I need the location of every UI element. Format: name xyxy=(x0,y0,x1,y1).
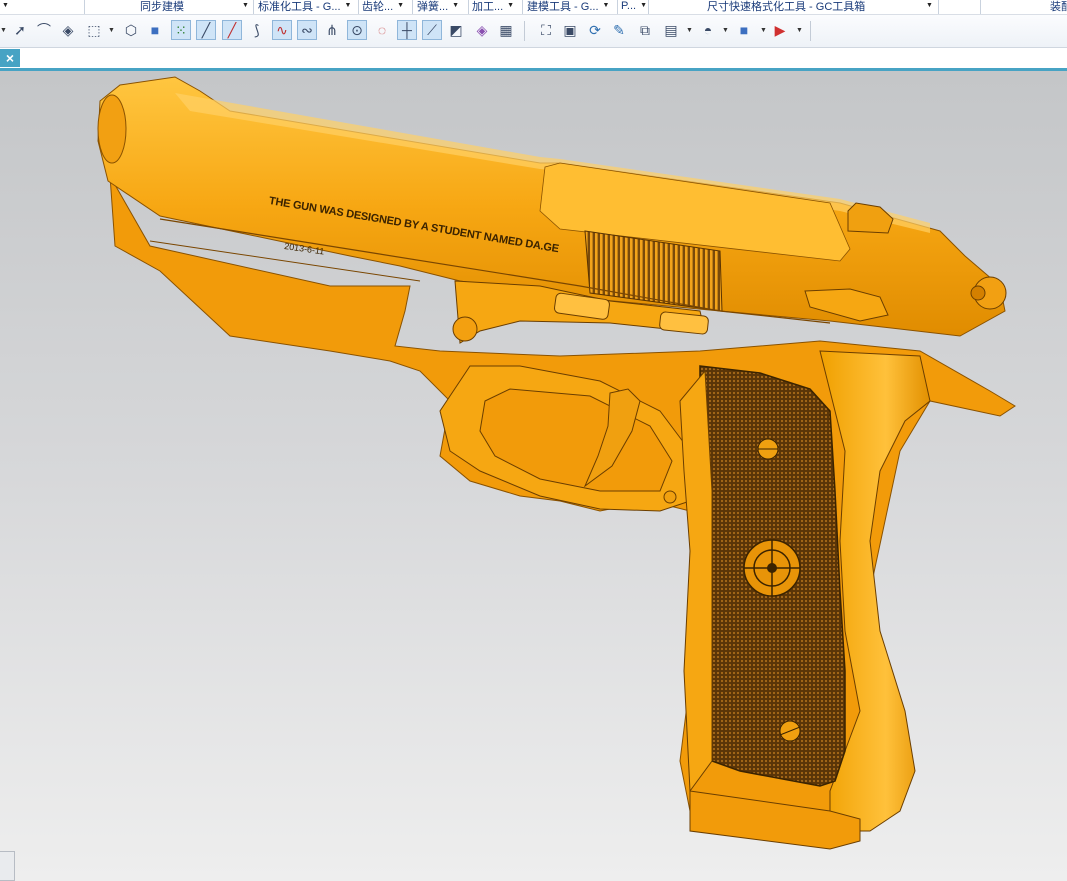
view-triad[interactable] xyxy=(0,851,15,881)
view-fit-icon[interactable]: ⛶ xyxy=(536,20,556,40)
menu-group-label: 齿轮... xyxy=(362,0,394,13)
surface-icon[interactable]: ◩ xyxy=(446,20,466,40)
menu-group-label: 装配 xyxy=(1050,0,1067,13)
chevron-down-icon: ▼ xyxy=(452,2,460,9)
filter-icon[interactable]: ▶ xyxy=(770,20,790,40)
line-icon[interactable]: ╱ xyxy=(196,20,216,40)
layout-icon[interactable]: ▤ xyxy=(661,20,681,40)
tangent-icon[interactable]: ⟋ xyxy=(422,20,442,40)
chevron-down-icon: ▼ xyxy=(640,2,648,9)
display-icon[interactable]: ◓ xyxy=(698,20,718,40)
wave-icon[interactable]: ∾ xyxy=(297,20,317,40)
menu-group-standard-tools[interactable]: 标准化工具 - G... ▼ xyxy=(258,0,351,14)
chamfer-icon[interactable]: ◈ xyxy=(58,20,78,40)
main-toolbar: ▼ ➚ ⌒ ◈ ⬚ ▼ ⬡ ■ ⁙ ╱ ╱ ⟆ ∿ ∾ ⋔ ⊙ ◌ ┼ ⟋ ◩ … xyxy=(0,15,1067,48)
pen-icon[interactable]: ✎ xyxy=(609,20,629,40)
shaded-icon[interactable]: ■ xyxy=(145,20,165,40)
spline-icon[interactable]: ∿ xyxy=(272,20,292,40)
chevron-down-icon[interactable]: ▼ xyxy=(108,27,115,34)
intersect-icon[interactable]: ⋔ xyxy=(322,20,342,40)
chevron-down-icon[interactable]: ▼ xyxy=(760,27,767,34)
menu-group-sync-modeling[interactable]: 同步建模 xyxy=(140,0,184,14)
chevron-down-icon: ▼ xyxy=(242,2,249,9)
chevron-down-icon[interactable]: ▼ xyxy=(722,27,729,34)
menu-group-label: P... xyxy=(621,0,637,12)
ribbon-group-strip: ▼ 同步建模 ▼ 标准化工具 - G... ▼ 齿轮... ▼ 弹簧... ▼ 加工.… xyxy=(0,0,1067,15)
point-snap-icon[interactable]: ⁙ xyxy=(171,20,191,40)
chevron-down-icon: ▼ xyxy=(2,2,9,9)
menu-group-dimension-format[interactable]: 尺寸快速格式化工具 - GC工具箱 xyxy=(707,0,865,14)
section-icon[interactable]: ⧉ xyxy=(635,20,655,40)
render-icon[interactable]: ▣ xyxy=(560,20,580,40)
curve-icon[interactable]: ⟆ xyxy=(247,20,267,40)
chevron-down-icon[interactable]: ▼ xyxy=(686,27,693,34)
menu-group-label: 加工... xyxy=(472,0,504,13)
menu-group-p[interactable]: P... ▼ xyxy=(621,0,647,14)
menu-group-label: 同步建模 xyxy=(140,0,184,13)
menu-group-dropdown[interactable]: ▼ xyxy=(0,0,9,14)
close-icon[interactable]: × xyxy=(0,49,20,67)
table-icon[interactable]: ▦ xyxy=(496,20,516,40)
menu-group-label: 标准化工具 - G... xyxy=(258,0,341,13)
takedown-pin xyxy=(452,316,478,342)
menu-group-dropdown[interactable]: ▼ xyxy=(238,0,249,14)
hammer-hole xyxy=(970,285,986,301)
chevron-down-icon[interactable]: ▼ xyxy=(0,27,7,34)
menu-group-dropdown[interactable]: ▼ xyxy=(922,0,933,14)
fillet-icon[interactable]: ⌒ xyxy=(34,20,54,40)
menu-group-gear[interactable]: 齿轮... ▼ xyxy=(362,0,404,14)
pistol-model[interactable] xyxy=(0,71,1067,881)
rotate-icon[interactable]: ⟳ xyxy=(585,20,605,40)
chevron-down-icon: ▼ xyxy=(926,2,933,9)
graphics-viewport[interactable]: THE GUN WAS DESIGNED BY A STUDENT NAMED … xyxy=(0,71,1067,881)
document-tab-strip: × xyxy=(0,48,1067,71)
chevron-down-icon: ▼ xyxy=(602,2,610,9)
menu-group-machining[interactable]: 加工... ▼ xyxy=(472,0,514,14)
wireframe-icon[interactable]: ⬡ xyxy=(121,20,141,40)
chevron-down-icon[interactable]: ▼ xyxy=(796,27,803,34)
chevron-down-icon: ▼ xyxy=(344,2,352,9)
mesh-icon[interactable]: ◈ xyxy=(472,20,492,40)
cross-icon[interactable]: ┼ xyxy=(397,20,417,40)
center-point-icon[interactable]: ⊙ xyxy=(347,20,367,40)
menu-group-label: 尺寸快速格式化工具 - GC工具箱 xyxy=(707,0,866,13)
menu-group-spring[interactable]: 弹簧... ▼ xyxy=(417,0,459,14)
cube-view-icon[interactable]: ■ xyxy=(734,20,754,40)
menu-group-assembly[interactable]: 装配 xyxy=(1050,0,1067,14)
quadrant-icon[interactable]: ◌ xyxy=(372,20,392,40)
chevron-down-icon: ▼ xyxy=(507,2,515,9)
rear-sight xyxy=(847,202,894,234)
box-select-icon[interactable]: ⬚ xyxy=(84,20,104,40)
menu-group-label: 弹簧... xyxy=(417,0,449,13)
muzzle xyxy=(97,94,127,164)
menu-group-label: 建模工具 - G... xyxy=(527,0,599,13)
chevron-down-icon: ▼ xyxy=(397,2,405,9)
arrow-icon[interactable]: ➚ xyxy=(10,20,30,40)
lanyard-pin xyxy=(663,490,677,504)
menu-group-modeling-tools[interactable]: 建模工具 - G... ▼ xyxy=(527,0,609,14)
arc-icon[interactable]: ╱ xyxy=(222,20,242,40)
